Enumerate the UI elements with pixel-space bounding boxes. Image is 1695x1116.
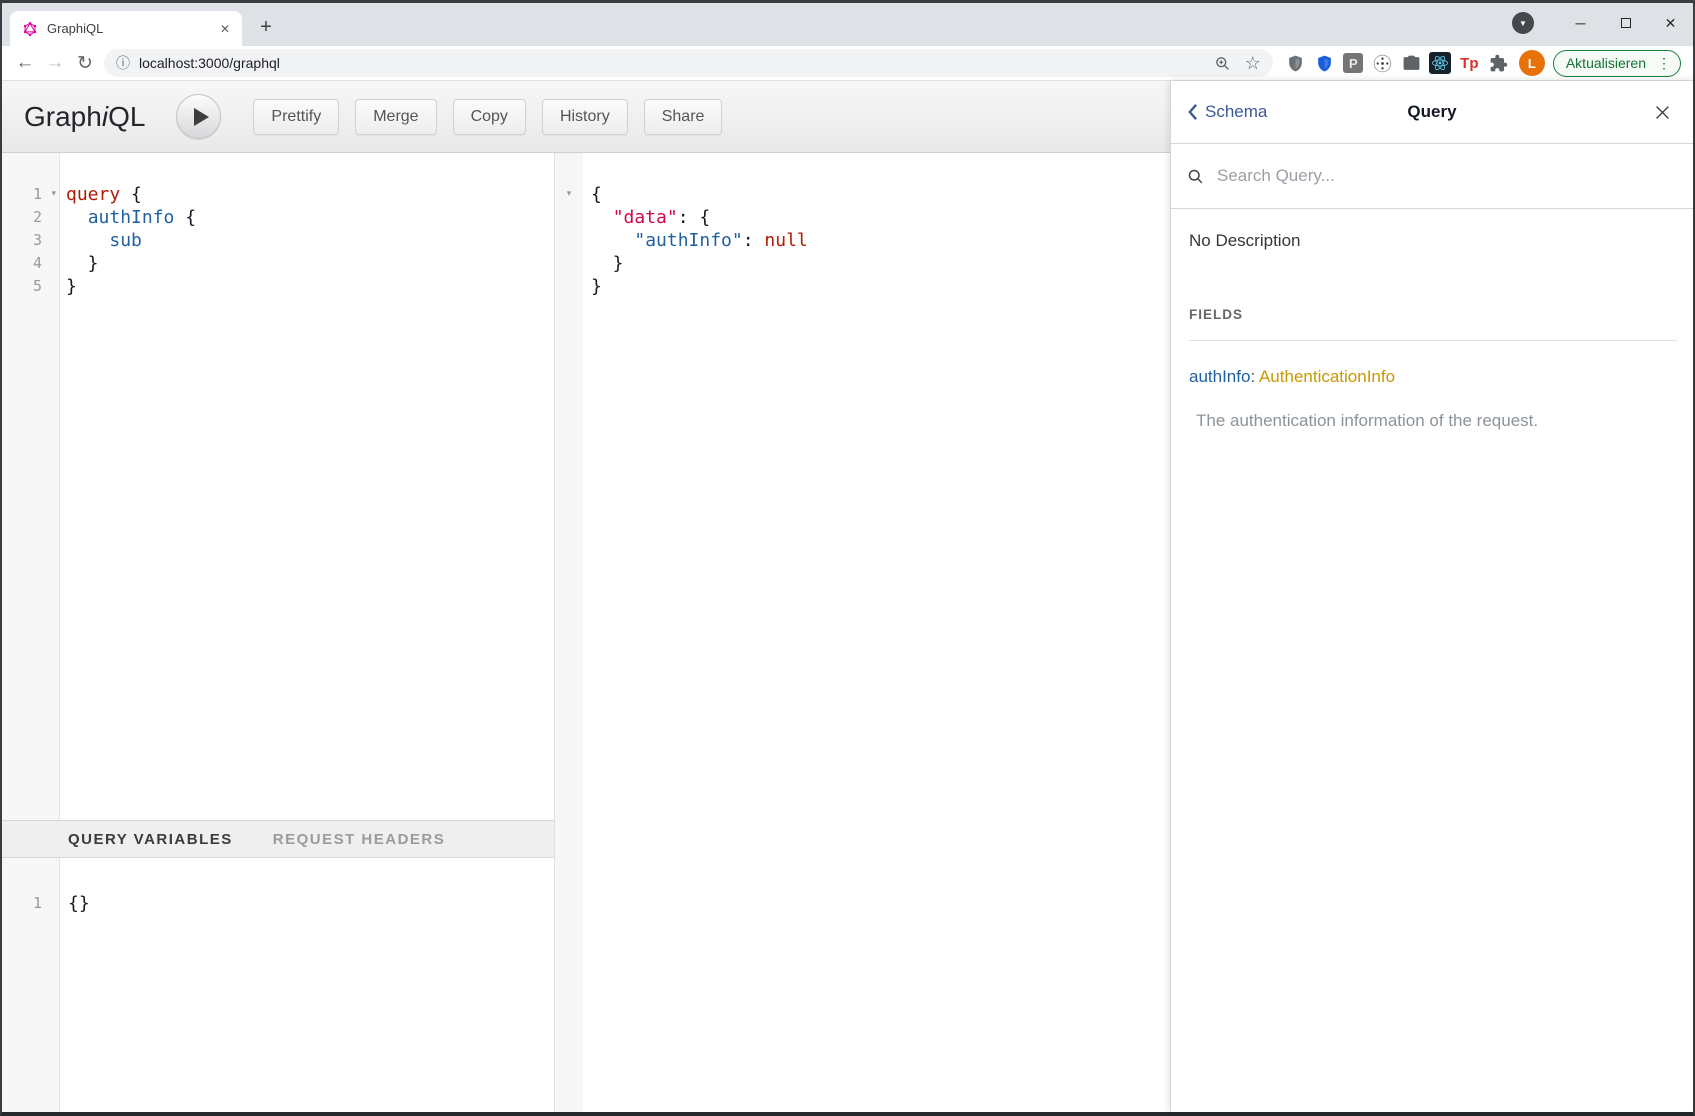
doc-search-input[interactable] <box>1215 165 1677 187</box>
tab-title: GraphiQL <box>47 21 216 36</box>
doc-explorer-panel: Query Schema No Description FIELDS authI… <box>1170 81 1693 1112</box>
query-code-area[interactable]: query { authInfo { sub }} <box>60 153 554 820</box>
play-icon <box>194 108 209 126</box>
graphql-favicon-icon <box>22 21 38 37</box>
merge-button[interactable]: Merge <box>355 99 436 135</box>
back-button[interactable]: ← <box>10 49 40 77</box>
variables-gutter: 1 <box>2 858 60 1112</box>
prettify-button[interactable]: Prettify <box>253 99 339 135</box>
code-line: } <box>591 275 1170 298</box>
extensions-puzzle-icon[interactable] <box>1484 49 1513 77</box>
line-number: 1▾ <box>2 183 59 206</box>
forward-button[interactable]: → <box>40 49 70 77</box>
browser-window: GraphiQL ✕ + ▼ ─ ✕ ← → ↻ ⓘ localhost:300… <box>0 0 1695 1116</box>
copy-button[interactable]: Copy <box>453 99 526 135</box>
close-icon <box>1654 104 1671 121</box>
toolbar-buttons: Prettify Merge Copy History Share <box>253 99 722 135</box>
browser-menu-icon[interactable]: ⋮ <box>1654 55 1674 72</box>
extension-bitwarden-icon[interactable] <box>1310 49 1339 77</box>
code-line: "data": { <box>591 206 1170 229</box>
extension-crosshair-icon[interactable] <box>1368 49 1397 77</box>
extensions-row: P Tp <box>1281 49 1513 77</box>
query-editor-wrap: 1▾2345 query { authInfo { sub }} QUERY V… <box>2 153 555 1112</box>
code-line: { <box>591 183 1170 206</box>
extension-tp-icon[interactable]: Tp <box>1455 49 1484 77</box>
field-name-link[interactable]: authInfo <box>1189 367 1250 386</box>
history-button[interactable]: History <box>542 99 628 135</box>
update-label: Aktualisieren <box>1566 55 1646 71</box>
graphiql-toolbar: GraphiQL Prettify Merge Copy History Share <box>2 81 1170 153</box>
extension-react-devtools-icon[interactable] <box>1426 49 1455 77</box>
code-line: } <box>591 252 1170 275</box>
field-type-link[interactable]: AuthenticationInfo <box>1259 367 1395 386</box>
result-fold-gutter: ▾ <box>555 153 583 1112</box>
doc-close-button[interactable] <box>1654 104 1671 121</box>
window-minimize-button[interactable]: ─ <box>1558 5 1603 41</box>
line-number: 5 <box>2 275 59 298</box>
doc-back-link[interactable]: Schema <box>1187 102 1267 122</box>
fields-heading: FIELDS <box>1189 307 1677 341</box>
doc-search-row <box>1171 144 1693 209</box>
code-line: authInfo { <box>66 206 554 229</box>
address-bar[interactable]: ⓘ localhost:3000/graphql ☆ <box>104 49 1273 77</box>
line-number: 2 <box>2 206 59 229</box>
editor-area: 1▾2345 query { authInfo { sub }} QUERY V… <box>2 153 1170 1112</box>
line-number: 3 <box>2 229 59 252</box>
execute-query-button[interactable] <box>176 94 221 139</box>
tab-search-button[interactable]: ▼ <box>1512 12 1534 34</box>
graphiql-logo: GraphiQL <box>24 101 145 133</box>
doc-back-label: Schema <box>1205 102 1267 122</box>
code-line: sub <box>66 229 554 252</box>
search-icon <box>1187 168 1204 185</box>
site-info-icon[interactable]: ⓘ <box>116 53 130 73</box>
extension-p-icon[interactable]: P <box>1339 49 1368 77</box>
window-close-button[interactable]: ✕ <box>1648 5 1693 41</box>
tab-strip: GraphiQL ✕ + ▼ ─ ✕ <box>2 3 1693 46</box>
window-controls: ▼ ─ ✕ <box>1512 3 1693 43</box>
result-pane: ▾ { "data": { "authInfo": null }} <box>555 153 1170 1112</box>
code-line: } <box>66 275 554 298</box>
chevron-left-icon <box>1187 103 1198 121</box>
window-maximize-button[interactable] <box>1603 5 1648 41</box>
zoom-icon[interactable] <box>1214 55 1231 72</box>
line-number-gutter: 1▾2345 <box>2 153 60 820</box>
extension-shield-icon[interactable] <box>1281 49 1310 77</box>
line-number: 4 <box>2 252 59 275</box>
code-line: query { <box>66 183 554 206</box>
field-row-authinfo: authInfo: AuthenticationInfo <box>1189 367 1677 387</box>
code-line: "authInfo": null <box>591 229 1170 252</box>
variables-code-area[interactable]: {} <box>60 858 554 1112</box>
field-separator: : <box>1250 367 1259 386</box>
browser-toolbar: ← → ↻ ⓘ localhost:3000/graphql ☆ P <box>2 46 1693 81</box>
update-browser-button[interactable]: Aktualisieren ⋮ <box>1553 50 1681 77</box>
reload-button[interactable]: ↻ <box>70 49 100 77</box>
variables-content[interactable]: {} <box>68 892 554 915</box>
query-editor[interactable]: 1▾2345 query { authInfo { sub }} <box>2 153 554 820</box>
browser-tab-graphiql[interactable]: GraphiQL ✕ <box>10 11 242 46</box>
type-description: No Description <box>1189 231 1677 251</box>
extension-camera-icon[interactable] <box>1397 49 1426 77</box>
profile-avatar[interactable]: L <box>1519 50 1545 76</box>
doc-explorer-header: Query Schema <box>1171 81 1693 144</box>
share-button[interactable]: Share <box>644 99 723 135</box>
fold-arrow-icon[interactable]: ▾ <box>555 183 583 206</box>
variables-tab-bar: QUERY VARIABLES REQUEST HEADERS <box>2 820 554 858</box>
field-description: The authentication information of the re… <box>1189 411 1677 431</box>
result-code-area: { "data": { "authInfo": null }} <box>583 153 1170 1112</box>
variables-line-number: 1 <box>2 892 59 915</box>
bookmark-star-icon[interactable]: ☆ <box>1245 53 1261 74</box>
tab-request-headers[interactable]: REQUEST HEADERS <box>273 831 446 848</box>
graphiql-app: GraphiQL Prettify Merge Copy History Share 1… <box>2 81 1693 1112</box>
tab-close-icon[interactable]: ✕ <box>216 20 234 38</box>
maximize-icon <box>1621 18 1631 28</box>
doc-body: No Description FIELDS authInfo: Authenti… <box>1171 209 1693 431</box>
url-text[interactable]: localhost:3000/graphql <box>139 55 1200 71</box>
new-tab-button[interactable]: + <box>252 13 280 41</box>
code-line: } <box>66 252 554 275</box>
fold-arrow-icon[interactable]: ▾ <box>51 183 56 206</box>
graphiql-main-column: GraphiQL Prettify Merge Copy History Share 1… <box>2 81 1170 1112</box>
tab-query-variables[interactable]: QUERY VARIABLES <box>68 831 233 848</box>
variables-editor[interactable]: 1 {} <box>2 858 554 1112</box>
